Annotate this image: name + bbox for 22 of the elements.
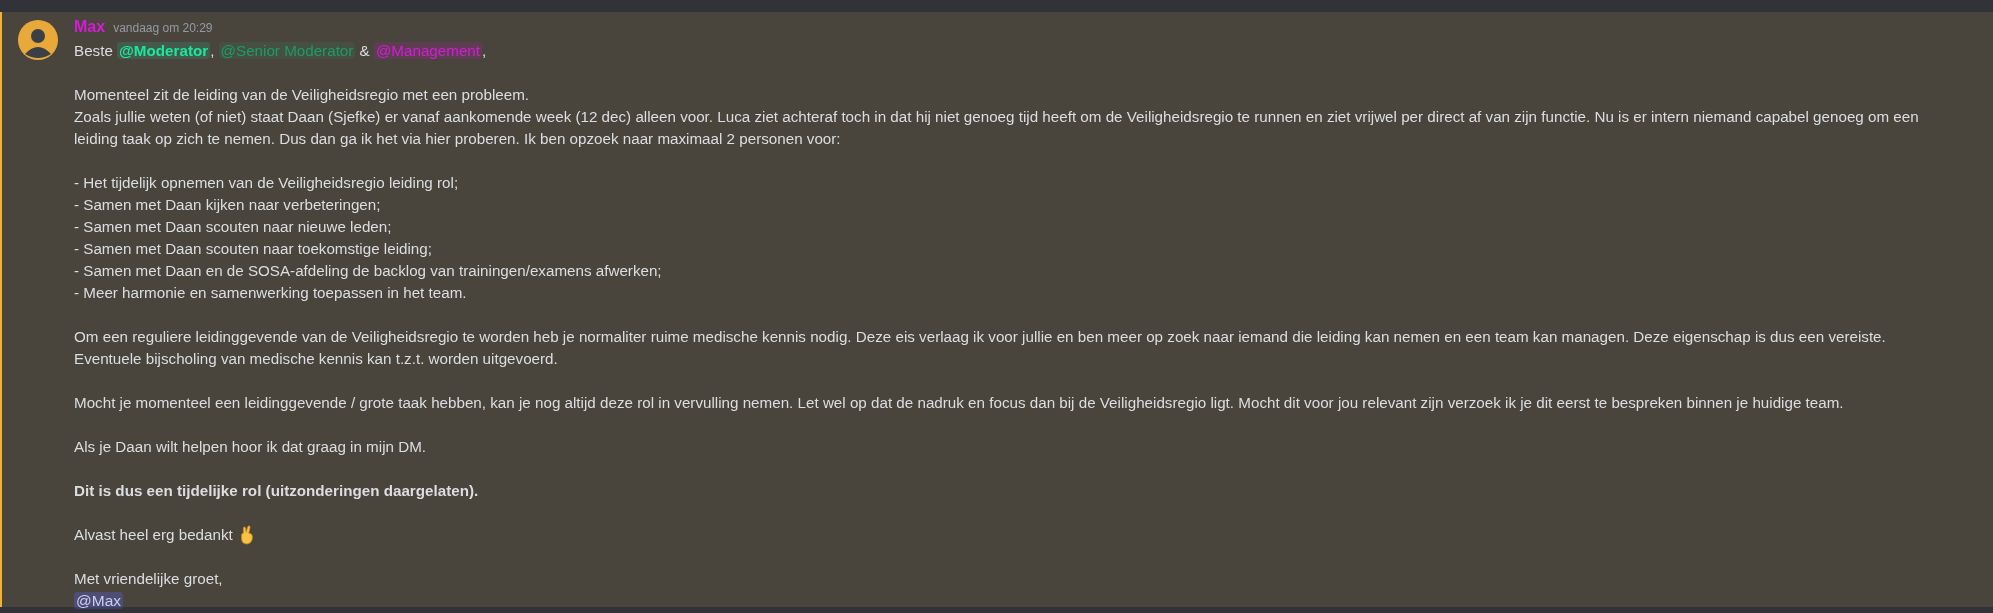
message-text: Om een reguliere leidinggevende van de Veiligheidsregio te worden heb je normaliter ruime medische kennis nodig. Deze eis verlaag ik voor jullie en ben meer op zoek naar iemand die leiding kan nemen en een team kan managen. Deze eigenschap is dus een vereiste. Eventuele bijscholing van medische kennis kan t.z.t. worden uitgevoerd. [74, 327, 1887, 369]
message-text: Als je Daan wilt helpen hoor ik dat graag in mijn DM. [74, 437, 427, 457]
message-text: - Het tijdelijk opnemen van de Veiligheidsregio leiding rol; [74, 173, 460, 193]
message-text: Alvast heel erg bedankt [74, 525, 233, 545]
role-mention[interactable]: @Senior Moderator [218, 42, 356, 59]
message-text: Zoals jullie weten (of niet) staat Daan (Sjefke) er vanaf aankomende week (12 dec) alleen voor. Luca ziet achteraf toch in dat hij niet genoeg tijd heeft om de Veiligheidsregio te runnen en ziet vrijwel per direct af van zijn functie. Nu is er intern niemand capabel genoeg om een leiding taak op zich te nemen. Dus dan ga ik het via hier proberen. Ik ben opzoek naar maximaal 2 personen voor: [74, 107, 1920, 149]
avatar-icon[interactable] [18, 20, 58, 60]
author-name[interactable]: Max [74, 18, 106, 36]
message-text: Dit is dus een tijdelijke rol (uitzonderingen daargelaten). [74, 481, 480, 501]
timestamp: vandaag om 20:29 [113, 21, 213, 35]
message-text: - Samen met Daan scouten naar toekomstige leiding; [74, 239, 433, 259]
message-text: - Meer harmonie en samenwerking toepassen in het team. [74, 283, 468, 303]
role-mention[interactable]: @Management [373, 42, 482, 59]
message-text: - Samen met Daan kijken naar verbeteringen; [74, 195, 382, 215]
role-mention[interactable]: @Moderator [117, 42, 211, 59]
message-text: - Samen met Daan scouten naar nieuwe leden; [74, 217, 393, 237]
message-text: Mocht je momenteel een leidinggevende / grote taak hebben, kan je nog altijd deze rol in vervulling nemen. Let wel op dat de nadruk en focus dan bij de Veiligheidsregio ligt. Mocht dit voor jou relevant zijn verzoek ik je dit eerst te bespreken binnen je huidige team. [74, 393, 1845, 413]
message-text: Met vriendelijke groet, [74, 569, 224, 589]
greeting-text: Beste @Moderator, @Senior Moderator & @Management, [74, 41, 488, 61]
message-text: Momenteel zit de leiding van de Veiligheidsregio met een probleem. [74, 85, 531, 105]
message-text: - Samen met Daan en de SOSA-afdeling de backlog van trainingen/examens afwerken; [74, 261, 663, 281]
user-mention[interactable]: @Max [74, 592, 124, 609]
